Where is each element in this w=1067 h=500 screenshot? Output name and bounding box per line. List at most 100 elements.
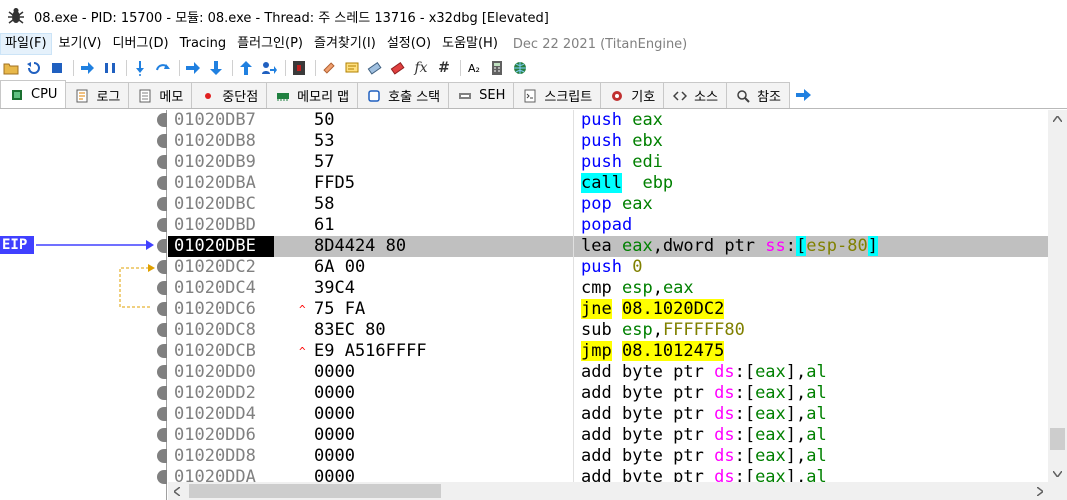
tab-references[interactable]: 참조 bbox=[726, 82, 790, 108]
breakpoint-toggle[interactable] bbox=[157, 344, 167, 358]
variables-icon[interactable]: # bbox=[434, 58, 454, 78]
mnemonic: add bbox=[581, 446, 612, 466]
menu-debug[interactable]: 디버그(D) bbox=[109, 33, 173, 55]
column-divider bbox=[573, 257, 574, 278]
breakpoint-toggle[interactable] bbox=[157, 134, 167, 148]
operand: eax bbox=[621, 236, 653, 256]
menu-options[interactable]: 설정(O) bbox=[383, 33, 435, 55]
disassembly-cell: cmp esp,eax bbox=[581, 278, 694, 299]
strings-icon[interactable]: A₂ bbox=[464, 58, 484, 78]
step-into-icon[interactable] bbox=[130, 58, 150, 78]
breakpoint-toggle[interactable] bbox=[157, 155, 167, 169]
disassembly-listing[interactable]: 01020DB7 50 push eax 01020DB8 53 push ebx 0102… bbox=[168, 110, 1048, 482]
patch-icon[interactable] bbox=[319, 58, 339, 78]
disasm-row[interactable]: 01020DD6 0000 add byte ptr ds:[eax],al bbox=[168, 425, 1048, 446]
disasm-row[interactable]: 01020DBC 58 pop eax bbox=[168, 194, 1048, 215]
breakpoint-toggle[interactable] bbox=[157, 197, 167, 211]
vertical-scroll-thumb[interactable] bbox=[1050, 428, 1065, 450]
menu-file[interactable]: 파일(F) bbox=[0, 33, 52, 55]
disasm-row[interactable]: 01020DC6 ^ 75 FA jne 08.1020DC2 bbox=[168, 299, 1048, 320]
tab-script[interactable]: 스크립트 bbox=[513, 82, 602, 108]
tab-scroll-right-icon[interactable] bbox=[793, 82, 813, 108]
symbols-icon bbox=[609, 88, 625, 104]
settings-icon[interactable] bbox=[510, 58, 530, 78]
scroll-up-icon[interactable] bbox=[1048, 110, 1067, 127]
tab-cpu[interactable]: CPU bbox=[0, 80, 67, 108]
execute-till-return-icon[interactable] bbox=[236, 58, 256, 78]
operand: : bbox=[785, 236, 797, 256]
stop-icon[interactable] bbox=[47, 58, 67, 78]
breakpoint-toggle[interactable] bbox=[157, 218, 167, 232]
run-icon[interactable] bbox=[77, 58, 97, 78]
breakpoint-toggle[interactable] bbox=[157, 113, 167, 127]
tab-seh[interactable]: SEH bbox=[448, 82, 515, 108]
scroll-right-icon[interactable] bbox=[1031, 482, 1048, 500]
scroll-left-icon[interactable] bbox=[168, 482, 185, 500]
trace-over-icon[interactable] bbox=[206, 58, 226, 78]
disasm-row[interactable]: 01020DBE 8D4424 80 lea eax,dword ptr ss:[e… bbox=[168, 236, 1048, 257]
breakpoint-toggle[interactable] bbox=[157, 323, 167, 337]
disasm-row[interactable]: 01020DD2 0000 add byte ptr ds:[eax],al bbox=[168, 383, 1048, 404]
trace-into-icon[interactable] bbox=[183, 58, 203, 78]
horizontal-scrollbar[interactable] bbox=[168, 482, 1048, 500]
disasm-row[interactable]: 01020DD0 0000 add byte ptr ds:[eax],al bbox=[168, 362, 1048, 383]
column-divider bbox=[573, 320, 574, 341]
breakpoint-toggle[interactable] bbox=[157, 407, 167, 421]
calculator-icon[interactable] bbox=[487, 58, 507, 78]
disasm-row[interactable]: 01020DC8 83EC 80 sub esp,FFFFFF80 bbox=[168, 320, 1048, 341]
disasm-row[interactable]: 01020DCB ^ E9 A516FFFF jmp 08.1012475 bbox=[168, 341, 1048, 362]
menu-tracing[interactable]: Tracing bbox=[176, 33, 231, 55]
scroll-down-icon[interactable] bbox=[1048, 465, 1067, 482]
tab-memory-map[interactable]: 메모리 맵 bbox=[266, 82, 359, 108]
scylla-icon[interactable] bbox=[289, 58, 309, 78]
tab-log[interactable]: 로그 bbox=[65, 82, 130, 108]
disasm-row[interactable]: 01020DC4 39C4 cmp esp,eax bbox=[168, 278, 1048, 299]
restart-icon[interactable] bbox=[24, 58, 44, 78]
disasm-row[interactable]: 01020DDA 0000 add byte ptr ds:[eax],al bbox=[168, 467, 1048, 482]
breakpoint-toggle[interactable] bbox=[157, 365, 167, 379]
script-icon bbox=[522, 88, 538, 104]
pause-icon[interactable] bbox=[100, 58, 120, 78]
branch-arrow-panel: EIP bbox=[0, 110, 167, 500]
breakpoint-toggle[interactable] bbox=[157, 260, 167, 274]
breakpoint-toggle[interactable] bbox=[157, 449, 167, 463]
breakpoint-toggle[interactable] bbox=[157, 428, 167, 442]
disasm-row[interactable]: 01020DB9 57 push edi bbox=[168, 152, 1048, 173]
functions-icon[interactable]: fx bbox=[411, 58, 431, 78]
disasm-row[interactable]: 01020DD4 0000 add byte ptr ds:[eax],al bbox=[168, 404, 1048, 425]
disasm-row[interactable]: 01020DC2 6A 00 push 0 bbox=[168, 257, 1048, 278]
breakpoint-toggle[interactable] bbox=[157, 386, 167, 400]
menu-help[interactable]: 도움말(H) bbox=[438, 33, 502, 55]
disasm-row[interactable]: 01020DB7 50 push eax bbox=[168, 110, 1048, 131]
tab-breakpoints[interactable]: 중단점 bbox=[191, 82, 268, 108]
tab-source[interactable]: 소스 bbox=[663, 82, 728, 108]
breakpoint-toggle[interactable] bbox=[157, 470, 167, 484]
step-over-icon[interactable] bbox=[153, 58, 173, 78]
run-to-user-code-icon[interactable] bbox=[259, 58, 279, 78]
comments-icon[interactable] bbox=[342, 58, 362, 78]
tab-notes[interactable]: 메모 bbox=[128, 82, 193, 108]
labels-icon[interactable] bbox=[365, 58, 385, 78]
menu-favourites[interactable]: 즐겨찾기(I) bbox=[310, 33, 380, 55]
tab-call-stack[interactable]: 호출 스택 bbox=[357, 82, 450, 108]
vertical-scrollbar[interactable] bbox=[1048, 110, 1067, 482]
disasm-row[interactable]: 01020DBD 61 popad bbox=[168, 215, 1048, 236]
tab-symbols[interactable]: 기호 bbox=[600, 82, 665, 108]
disasm-row[interactable]: 01020DD8 0000 add byte ptr ds:[eax],al bbox=[168, 446, 1048, 467]
menu-view[interactable]: 보기(V) bbox=[55, 33, 106, 55]
open-icon[interactable] bbox=[1, 58, 21, 78]
operand: al bbox=[806, 425, 827, 445]
bookmarks-icon[interactable] bbox=[388, 58, 408, 78]
column-divider bbox=[573, 278, 574, 299]
address-cell: 01020DB8 bbox=[174, 131, 256, 151]
menu-plugins[interactable]: 플러그인(P) bbox=[233, 33, 307, 55]
breakpoint-toggle[interactable] bbox=[157, 239, 167, 253]
horizontal-scroll-thumb[interactable] bbox=[189, 484, 441, 498]
breakpoint-toggle[interactable] bbox=[157, 176, 167, 190]
address-cell: 01020DC4 bbox=[174, 278, 256, 298]
mnemonic: add bbox=[581, 362, 612, 382]
breakpoint-toggle[interactable] bbox=[157, 281, 167, 295]
disasm-row[interactable]: 01020DB8 53 push ebx bbox=[168, 131, 1048, 152]
breakpoint-toggle[interactable] bbox=[157, 302, 167, 316]
disasm-row[interactable]: 01020DBA FFD5 call ebp bbox=[168, 173, 1048, 194]
